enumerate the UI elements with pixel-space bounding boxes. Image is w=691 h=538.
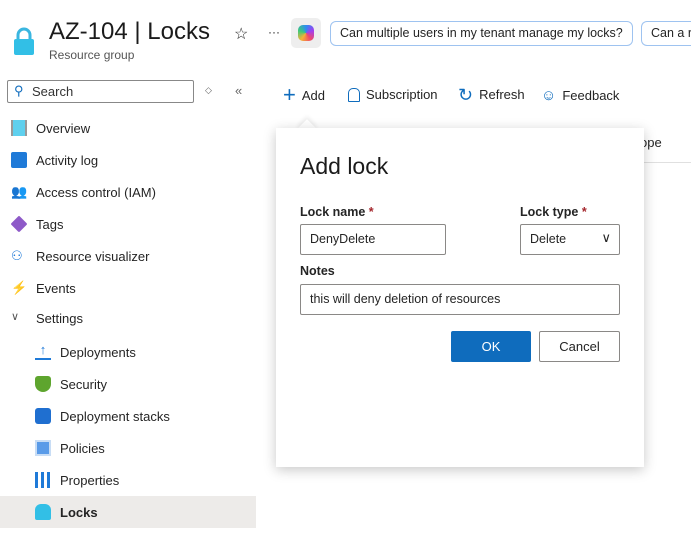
sidebar-item-deployment-stacks[interactable]: Deployment stacks	[0, 400, 256, 432]
chevron-down-icon: ∨	[601, 230, 611, 245]
favorite-star-icon[interactable]: ☆	[234, 24, 248, 44]
lock-name-label: Lock name *	[300, 205, 374, 219]
sidebar-item-tags[interactable]: Tags	[0, 208, 256, 240]
refresh-button[interactable]: ↻ Refresh	[458, 84, 525, 105]
copilot-icon[interactable]	[291, 18, 321, 48]
subscription-button[interactable]: Subscription	[348, 87, 438, 102]
sidebar-item-resource-visualizer[interactable]: ⚇ Resource visualizer	[0, 240, 256, 272]
upload-icon: ↑	[35, 343, 51, 360]
sidebar-item-deployments[interactable]: ↑ Deployments	[0, 336, 256, 368]
refresh-icon: ↻	[458, 84, 474, 105]
feedback-icon: ☺	[541, 87, 557, 104]
lock-outline-icon	[348, 87, 360, 102]
sidebar-item-activity-log[interactable]: Activity log	[0, 144, 256, 176]
add-lock-dialog: Add lock Lock name * DenyDelete Lock typ…	[276, 128, 644, 467]
policy-icon	[35, 440, 51, 456]
cube-icon	[35, 408, 51, 424]
tag-icon	[10, 215, 28, 233]
add-button[interactable]: + Add	[283, 82, 325, 107]
more-options-icon[interactable]: ···	[268, 25, 280, 39]
visualizer-icon: ⚇	[11, 248, 23, 263]
suggestion-chip[interactable]: Can multiple users in my tenant manage m…	[330, 21, 633, 46]
collapse-sidebar-icon[interactable]: «	[235, 83, 242, 98]
search-icon: ⚲	[14, 83, 24, 98]
sidebar-group-settings[interactable]: ∨ Settings	[0, 302, 256, 334]
cancel-button[interactable]: Cancel	[539, 331, 620, 362]
lock-type-select[interactable]: Delete ∨	[520, 224, 620, 255]
dialog-title: Add lock	[300, 153, 389, 179]
sidebar-item-security[interactable]: Security	[0, 368, 256, 400]
sidebar-item-overview[interactable]: Overview	[0, 112, 256, 144]
resource-lock-icon	[12, 26, 36, 56]
page-subtitle: Resource group	[49, 48, 135, 62]
activity-log-icon	[11, 152, 27, 168]
people-icon: 👥	[11, 184, 28, 199]
lock-icon	[35, 504, 51, 520]
sidebar-item-policies[interactable]: Policies	[0, 432, 256, 464]
sidebar-item-events[interactable]: ⚡ Events	[0, 272, 256, 304]
suggestion-chip[interactable]: Can a r	[641, 21, 691, 46]
sidebar-item-locks[interactable]: Locks	[0, 496, 256, 528]
properties-icon	[35, 472, 51, 488]
lock-type-label: Lock type *	[520, 205, 587, 219]
feedback-button[interactable]: ☺ Feedback	[541, 87, 619, 104]
ok-button[interactable]: OK	[451, 331, 531, 362]
lock-name-input[interactable]: DenyDelete	[300, 224, 446, 255]
notes-label: Notes	[300, 264, 335, 278]
overview-icon	[11, 120, 27, 136]
lightning-icon: ⚡	[11, 280, 28, 295]
sidebar-search-input[interactable]: ⚲ Search	[7, 80, 194, 103]
chevron-down-icon: ∨	[11, 311, 20, 323]
shield-icon	[35, 376, 51, 392]
page-title: AZ-104 | Locks	[49, 18, 210, 45]
notes-input[interactable]: this will deny deletion of resources	[300, 284, 620, 315]
header-divider	[640, 162, 691, 163]
sidebar-item-iam[interactable]: 👥 Access control (IAM)	[0, 176, 256, 208]
sort-icon[interactable]: ◇	[205, 85, 212, 96]
plus-icon: +	[283, 82, 296, 107]
sidebar-item-properties[interactable]: Properties	[0, 464, 256, 496]
